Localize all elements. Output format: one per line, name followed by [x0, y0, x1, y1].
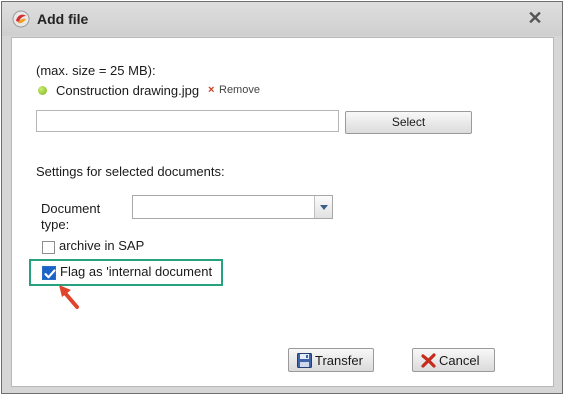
cancel-button-label: Cancel	[439, 353, 480, 368]
uploaded-file-name: Construction drawing.jpg	[56, 83, 200, 98]
close-icon[interactable]: ✕	[526, 8, 544, 28]
dialog-content: (max. size = 25 MB): Construction drawin…	[11, 37, 554, 387]
checkmark-icon	[44, 269, 56, 279]
red-x-icon[interactable]: ×	[208, 84, 214, 96]
document-type-label: Document type:	[41, 201, 101, 232]
select-button[interactable]: Select	[345, 111, 472, 134]
settings-heading: Settings for selected documents:	[36, 164, 225, 179]
internal-document-label: Flag as 'internal document	[60, 264, 213, 279]
dialog-title: Add file	[37, 11, 89, 27]
add-file-dialog: Add file ✕ (max. size = 25 MB): Construc…	[1, 1, 563, 394]
archive-in-sap-checkbox[interactable]	[42, 241, 55, 254]
transfer-button[interactable]: Transfer	[288, 348, 374, 372]
red-x-icon	[421, 353, 436, 368]
transfer-button-label: Transfer	[315, 353, 363, 368]
max-size-text: (max. size = 25 MB):	[36, 63, 156, 78]
remove-file-link[interactable]: Remove	[219, 84, 260, 96]
archive-in-sap-label: archive in SAP	[59, 238, 145, 253]
app-logo-icon	[12, 10, 30, 28]
internal-document-checkbox[interactable]	[42, 266, 56, 280]
green-dot-icon	[38, 86, 47, 95]
chevron-down-icon[interactable]	[314, 196, 332, 218]
cancel-button[interactable]: Cancel	[412, 348, 495, 372]
document-type-select[interactable]	[132, 195, 333, 219]
floppy-disk-icon	[297, 353, 312, 368]
red-arrow-icon	[59, 285, 79, 309]
file-path-field[interactable]	[36, 110, 339, 132]
dialog-titlebar: Add file ✕	[2, 2, 562, 36]
